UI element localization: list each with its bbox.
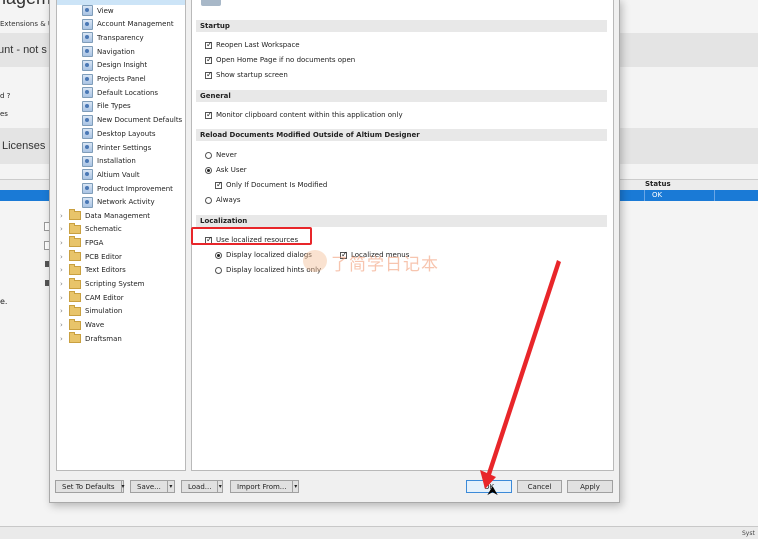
arrow-shaft	[486, 260, 561, 478]
annotation-arrow	[480, 260, 561, 489]
mouse-cursor-icon: ⮝	[487, 484, 499, 499]
